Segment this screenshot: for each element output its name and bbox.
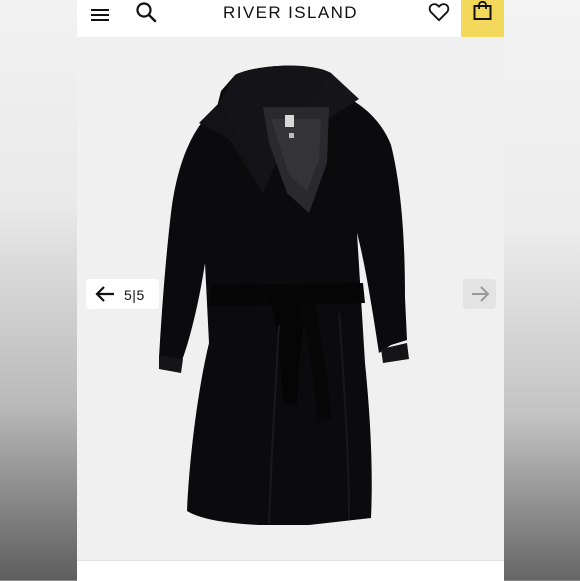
top-nav-bar: RIVER ISLAND: [77, 0, 504, 37]
product-image: [159, 65, 409, 526]
heart-icon[interactable]: [428, 2, 450, 22]
next-image-button[interactable]: [463, 279, 496, 309]
shopping-bag-button[interactable]: [461, 0, 504, 37]
backdrop-left: [0, 0, 77, 580]
backdrop-right: [504, 0, 580, 580]
image-counter: 5|5: [124, 287, 145, 303]
shopping-bag-icon: [473, 1, 492, 20]
product-image-gallery[interactable]: 5|5: [77, 37, 504, 560]
app-screen: RIVER ISLAND 5|5: [77, 0, 504, 581]
image-counter-total: 5: [136, 287, 145, 303]
arrow-left-icon: [95, 286, 114, 302]
product-details-panel: [77, 560, 504, 581]
arrow-right-icon: [472, 286, 490, 302]
previous-image-button[interactable]: 5|5: [86, 279, 159, 309]
